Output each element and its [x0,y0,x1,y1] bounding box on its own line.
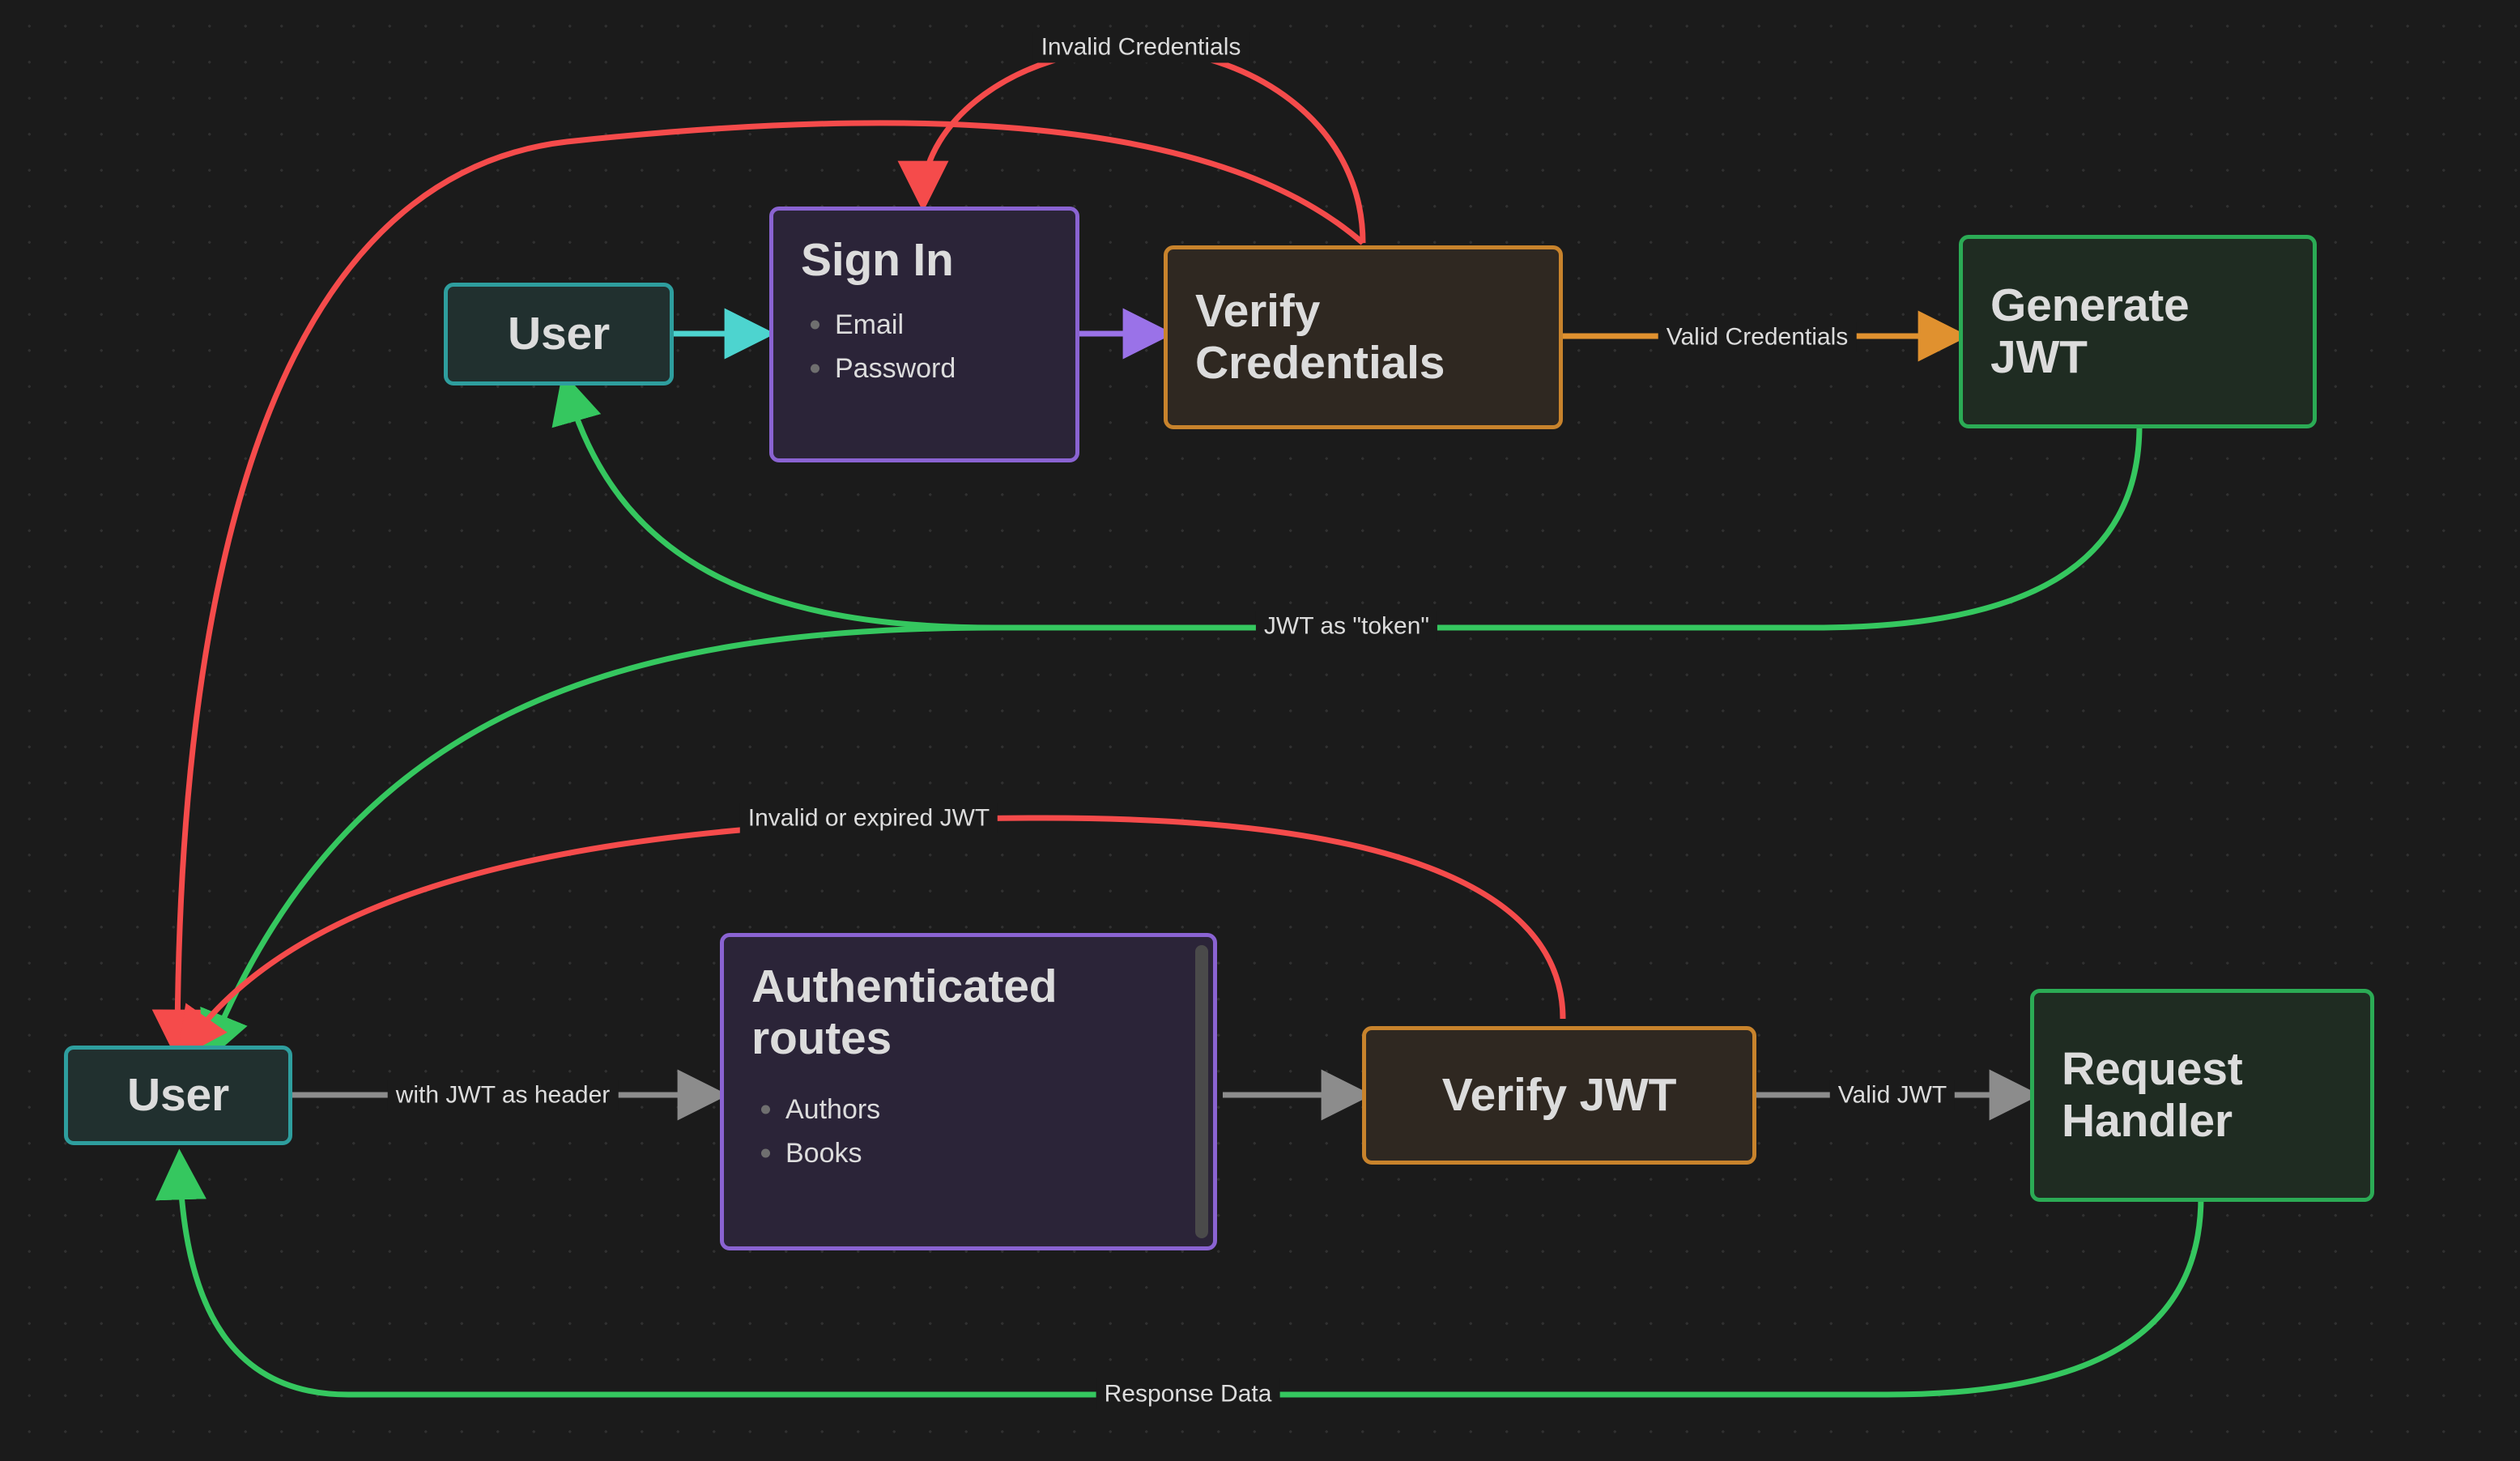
node-authenticated-routes-label-line1: Authenticated [751,961,1058,1012]
node-generate-jwt-label-line2: JWT [1990,330,2088,383]
edge-label-valid-jwt: Valid JWT [1829,1079,1956,1111]
edge-label-response-data: Response Data [1096,1378,1280,1410]
edge-label-invalid-or-expired-jwt: Invalid or expired JWT [739,802,998,834]
node-user-bottom[interactable]: User [64,1046,292,1145]
node-verify-jwt-label: Verify JWT [1441,1068,1677,1121]
node-user-top-label: User [508,307,610,360]
node-request-handler-label-line1: Request [2062,1042,2243,1095]
diagram-canvas: User Sign In Email Password Verify Crede… [0,0,2520,1461]
list-item: Email [835,311,1048,339]
node-request-handler-label-line2: Handler [2062,1094,2233,1147]
node-authenticated-routes-label-line2: routes [751,1012,892,1064]
node-sign-in[interactable]: Sign In Email Password [769,207,1079,462]
node-verify-credentials[interactable]: Verify Credentials [1164,245,1563,429]
edge-label-valid-credentials: Valid Credentials [1658,321,1857,353]
list-item: Books [785,1139,1186,1167]
edge-label-with-jwt-as-header: with JWT as header [387,1079,619,1111]
node-request-handler[interactable]: Request Handler [2030,989,2374,1202]
edge-label-jwt-as-token: JWT as "token" [1255,610,1438,642]
list-item: Password [835,355,1048,382]
node-generate-jwt[interactable]: Generate JWT [1959,235,2317,428]
authenticated-routes-list: Authors Books [751,1080,1186,1183]
node-verify-credentials-label-line2: Credentials [1195,336,1445,389]
authenticated-routes-scrollbar[interactable] [1195,945,1208,1238]
node-user-bottom-label: User [127,1068,229,1121]
node-generate-jwt-label-line1: Generate [1990,279,2190,331]
node-verify-jwt[interactable]: Verify JWT [1362,1026,1756,1165]
list-item: Authors [785,1096,1186,1123]
node-user-top[interactable]: User [444,283,674,385]
node-verify-credentials-label-line1: Verify [1195,284,1321,337]
edge-label-invalid-credentials: Invalid Credentials [1032,31,1249,63]
node-sign-in-label: Sign In [801,234,954,286]
node-authenticated-routes[interactable]: Authenticated routes Authors Books [720,933,1217,1250]
sign-in-field-list: Email Password [801,295,1048,398]
edge-layer [151,45,2204,1398]
